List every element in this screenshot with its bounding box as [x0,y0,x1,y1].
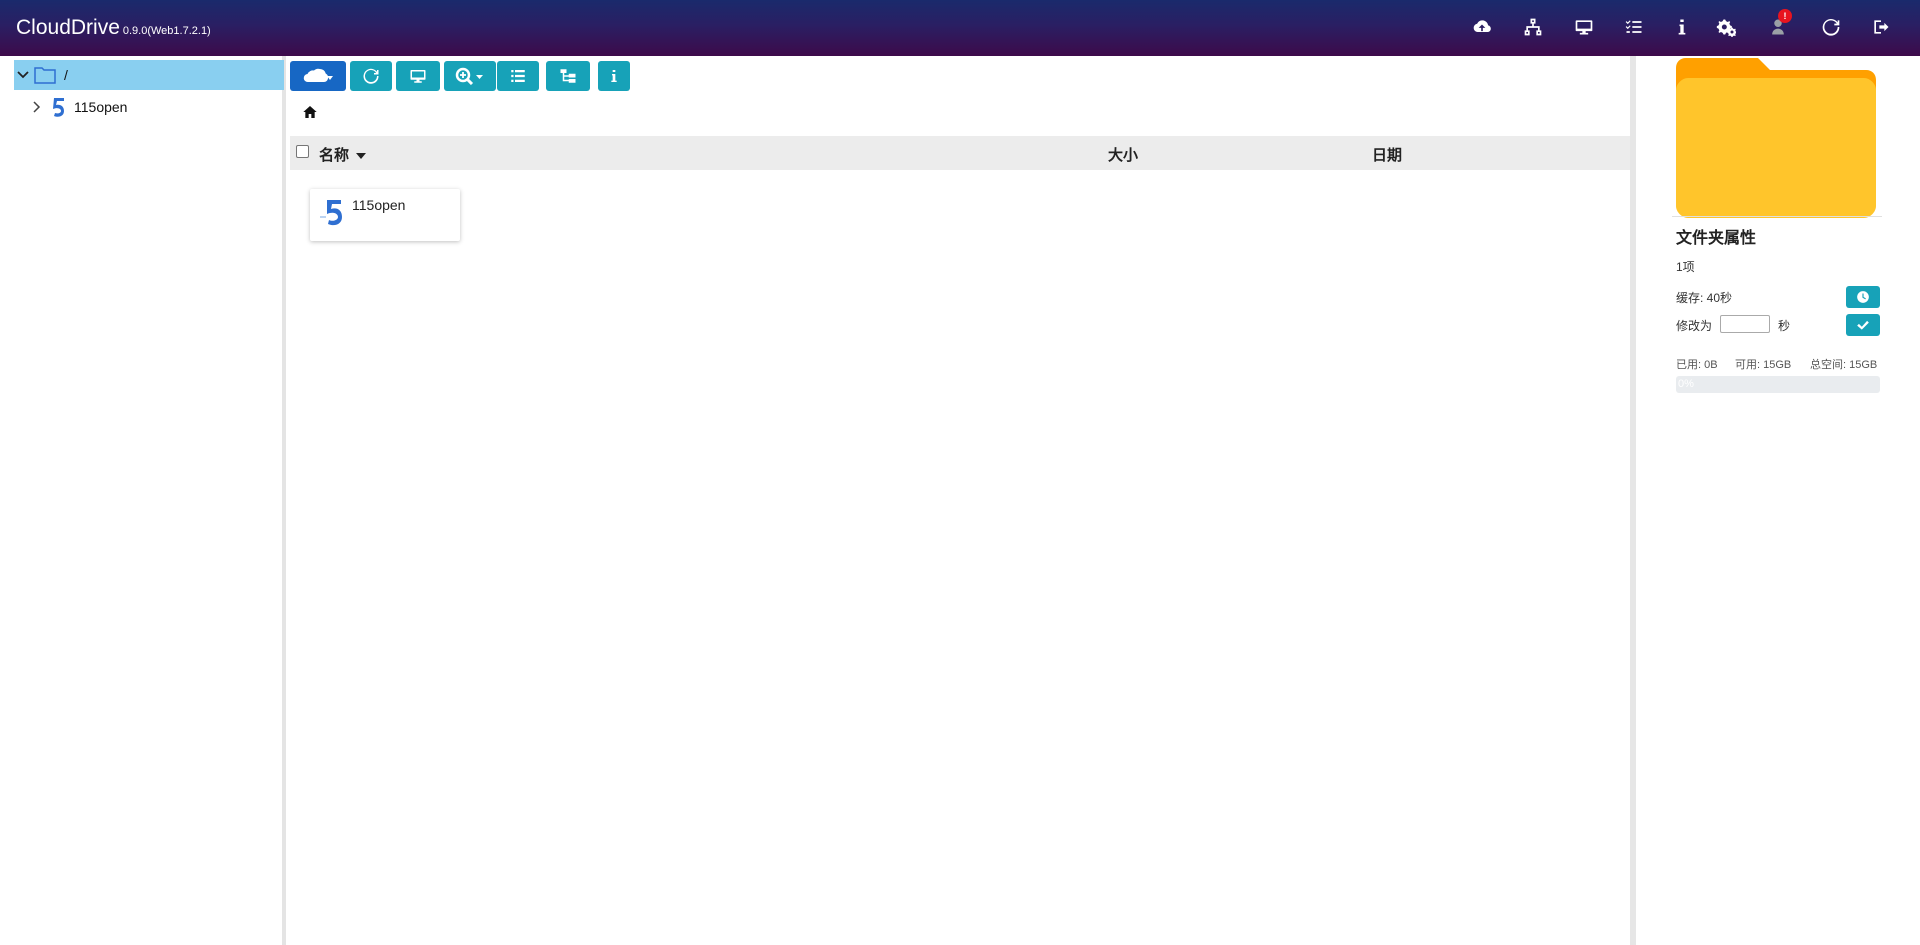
search-icon [455,67,483,85]
list-icon [511,70,525,82]
info-icon[interactable] [1672,17,1694,39]
info-icon [611,70,617,82]
total-space: 总空间: 15GB [1810,359,1878,371]
cache-duration: 缓存: 40秒 [1676,291,1733,305]
user-icon[interactable]: ! [1768,9,1792,39]
network-icon[interactable] [1523,17,1545,39]
app-name: CloudDrive [16,16,120,39]
refresh-icon [363,68,379,84]
divider [1672,216,1882,217]
folder-icon [34,67,56,84]
tree-item-label: 115open [74,99,128,115]
available-space: 可用: 15GB [1735,359,1792,371]
app-brand[interactable]: CloudDrive 0.9.0(Web1.7.2.1) [16,16,211,40]
refresh-button[interactable] [350,61,392,91]
select-all-checkbox[interactable] [296,145,309,158]
check-icon [1857,320,1869,330]
settings-icon[interactable] [1716,17,1738,39]
size-column-header[interactable]: 大小 [1108,144,1138,165]
list-view-button[interactable] [497,61,539,91]
date-column-header[interactable]: 日期 [1372,144,1402,165]
notification-badge: ! [1778,9,1792,23]
cache-seconds-input[interactable] [1720,315,1770,333]
properties-panel: 文件夹属性 1项 缓存: 40秒 修改为 秒 已用: 0B 可用: 15GB 总… [1636,56,1920,945]
chevron-right-icon[interactable] [30,100,44,114]
usage-progress-bar: 0% [1676,376,1880,393]
file-item-name: 115open [352,197,406,213]
mount-button[interactable] [396,61,440,91]
info-button[interactable] [598,61,630,91]
tree-structure-icon [560,69,576,83]
115-logo-icon [53,98,64,117]
115-logo-icon [320,200,342,226]
search-menu-button[interactable] [444,61,496,91]
folder-tree: / 115open [0,56,286,945]
seconds-unit: 秒 [1778,319,1791,333]
tree-item-label: / [64,67,68,83]
tree-item-115open[interactable]: 115open [14,92,284,122]
large-folder-icon [1676,58,1876,218]
top-navbar: CloudDrive 0.9.0(Web1.7.2.1) ! [0,0,1920,56]
name-column-header[interactable]: 名称 [319,144,367,165]
used-space: 已用: 0B [1676,359,1718,371]
home-icon[interactable] [302,104,318,120]
monitor-icon [410,70,426,83]
refresh-icon[interactable] [1821,17,1843,39]
confirm-button[interactable] [1846,314,1880,336]
task-list-icon[interactable] [1624,17,1646,39]
chevron-down-icon[interactable] [16,68,30,82]
clock-button[interactable] [1846,286,1880,308]
cloud-menu-button[interactable] [290,61,346,91]
file-table-header: 名称 大小 日期 [290,136,1630,170]
item-count: 1项 [1676,260,1695,274]
clock-icon [1857,291,1869,303]
usage-progress-text: 0% [1678,378,1694,390]
cloud-upload-icon[interactable] [1472,17,1494,39]
properties-title: 文件夹属性 [1676,230,1757,247]
logout-icon[interactable] [1871,17,1893,39]
monitor-icon[interactable] [1574,17,1596,39]
tree-view-button[interactable] [546,61,590,91]
sort-down-icon [356,153,367,159]
modify-label: 修改为 [1676,319,1713,333]
file-browser: 名称 大小 日期 115open [290,56,1630,945]
cloud-icon [303,68,333,83]
app-version: 0.9.0(Web1.7.2.1) [122,25,211,37]
tree-item-root[interactable]: / [14,60,284,90]
file-item-card[interactable]: 115open [310,189,460,241]
